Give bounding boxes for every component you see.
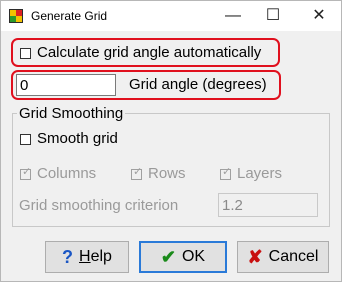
ok-button-label: OK xyxy=(181,248,206,265)
columns-checkbox[interactable]: ✓ xyxy=(20,166,32,180)
x-icon: ✘ xyxy=(247,247,263,267)
rows-label: Rows xyxy=(148,165,186,182)
smoothing-criterion-label: Grid smoothing criterion xyxy=(19,197,179,214)
grid-angle-label: Grid angle (degrees) xyxy=(129,76,267,93)
minimize-button[interactable]: — xyxy=(222,5,244,27)
grid-angle-input[interactable]: 0 xyxy=(16,74,116,96)
grid-smoothing-title: Grid Smoothing xyxy=(17,105,126,122)
layers-label: Layers xyxy=(237,165,283,182)
grid-angle-value: 0 xyxy=(20,76,29,94)
smoothing-criterion-value: 1.2 xyxy=(222,196,243,214)
cancel-button-label: Cancel xyxy=(268,248,319,265)
check-icon: ✓ xyxy=(22,166,32,178)
ok-button[interactable]: ✔ OK xyxy=(139,241,227,273)
grid-app-icon xyxy=(9,9,23,23)
smooth-grid-label[interactable]: Smooth grid xyxy=(37,130,118,147)
columns-label: Columns xyxy=(37,165,97,182)
check-icon: ✓ xyxy=(222,166,232,178)
question-icon: ? xyxy=(62,247,74,267)
window-title: Generate Grid xyxy=(31,9,108,23)
smoothing-criterion-input[interactable]: 1.2 xyxy=(218,193,318,217)
rows-checkbox[interactable]: ✓ xyxy=(131,166,143,180)
generate-grid-dialog: Generate Grid — ☐ ✕ Calculate grid angle… xyxy=(0,0,342,282)
title-bar[interactable]: Generate Grid — ☐ ✕ xyxy=(1,1,341,31)
auto-angle-label[interactable]: Calculate grid angle automatically xyxy=(37,44,261,61)
check-icon: ✓ xyxy=(133,166,143,178)
cancel-button[interactable]: ✘ Cancel xyxy=(237,241,329,273)
help-button[interactable]: ? Help xyxy=(45,241,129,273)
layers-checkbox[interactable]: ✓ xyxy=(220,166,232,180)
maximize-button[interactable]: ☐ xyxy=(262,5,284,27)
auto-angle-checkbox[interactable] xyxy=(20,48,31,59)
checkmark-icon: ✔ xyxy=(160,247,176,267)
smooth-grid-checkbox[interactable] xyxy=(20,134,31,145)
help-button-label: Help xyxy=(79,248,112,265)
close-button[interactable]: ✕ xyxy=(308,5,330,27)
